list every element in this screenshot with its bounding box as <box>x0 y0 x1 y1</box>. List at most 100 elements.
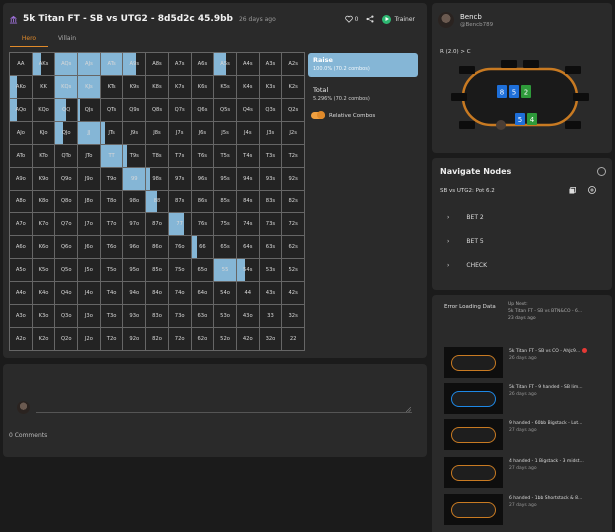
node-check[interactable]: › CHECK <box>447 262 487 269</box>
range-cell[interactable]: 97o <box>123 213 147 237</box>
range-cell[interactable]: T9o <box>100 167 124 191</box>
range-cell[interactable]: A6o <box>10 236 33 260</box>
author-info[interactable]: Bencb @Bencb789 <box>438 12 493 28</box>
range-cell[interactable]: T6o <box>100 236 124 260</box>
range-cell[interactable]: Q2s <box>282 98 305 122</box>
range-cell[interactable]: K6s <box>191 75 215 99</box>
range-cell[interactable]: 62s <box>282 236 305 260</box>
range-cell[interactable]: A3s <box>259 53 283 76</box>
range-cell[interactable]: A2s <box>282 53 305 76</box>
range-cell[interactable]: Q7s <box>168 98 192 122</box>
range-cell[interactable]: 33 <box>259 305 283 329</box>
range-cell[interactable]: 82s <box>282 190 305 214</box>
range-cell[interactable]: Q9o <box>55 167 79 191</box>
range-cell[interactable]: T7o <box>100 213 124 237</box>
range-cell[interactable]: A8o <box>10 190 33 214</box>
range-cell[interactable]: KQs <box>55 75 79 99</box>
range-cell[interactable]: 94s <box>236 167 260 191</box>
range-cell[interactable]: K7s <box>168 75 192 99</box>
range-cell[interactable]: T7s <box>168 144 192 168</box>
range-cell[interactable]: Q8s <box>146 98 169 122</box>
share-icon[interactable] <box>366 15 374 23</box>
relative-combos-toggle[interactable] <box>311 111 325 119</box>
list-item[interactable]: 5k Titan FT - 9 handed - SB lim... 26 day… <box>444 383 612 415</box>
range-cell[interactable]: 85s <box>214 190 237 214</box>
range-cell[interactable]: 85o <box>146 259 169 283</box>
range-cell[interactable]: K5s <box>214 75 237 99</box>
range-cell[interactable]: AKs <box>32 53 56 76</box>
range-cell[interactable]: Q6s <box>191 98 215 122</box>
range-cell[interactable]: KJs <box>78 75 101 99</box>
tab-villain[interactable]: Villain <box>48 35 86 47</box>
range-cell[interactable]: QTs <box>100 98 124 122</box>
copy-icon[interactable] <box>569 186 576 194</box>
range-cell[interactable]: T4s <box>236 144 260 168</box>
range-cell[interactable]: 64o <box>191 282 215 306</box>
range-cell[interactable]: 43s <box>259 282 283 306</box>
range-cell[interactable]: 72s <box>282 213 305 237</box>
like-button[interactable]: 0 <box>344 15 358 23</box>
range-cell[interactable]: T8s <box>146 144 169 168</box>
range-cell[interactable]: J9s <box>123 121 147 145</box>
list-item[interactable]: 6 handed - 1bb Shortstack & 8... 27 days … <box>444 494 612 526</box>
range-cell[interactable]: Q5o <box>55 259 79 283</box>
range-cell[interactable]: A5s <box>214 53 237 76</box>
range-cell[interactable]: 99 <box>123 167 147 191</box>
range-cell[interactable]: 43o <box>236 305 260 329</box>
range-cell[interactable]: 55 <box>214 259 237 283</box>
range-cell[interactable]: 84s <box>236 190 260 214</box>
range-cell[interactable]: J3o <box>78 305 101 329</box>
range-cell[interactable]: 93o <box>123 305 147 329</box>
range-cell[interactable]: J2s <box>282 121 305 145</box>
range-cell[interactable]: A4o <box>10 282 33 306</box>
range-cell[interactable]: 97s <box>168 167 192 191</box>
node-bet-5[interactable]: › BET 5 <box>447 238 484 245</box>
range-cell[interactable]: JJ <box>78 121 101 145</box>
range-cell[interactable]: K5o <box>32 259 56 283</box>
range-cell[interactable]: T4o <box>100 282 124 306</box>
range-cell[interactable]: T5o <box>100 259 124 283</box>
range-cell[interactable]: Q7o <box>55 213 79 237</box>
range-cell[interactable]: JTs <box>100 121 124 145</box>
range-cell[interactable]: K3s <box>259 75 283 99</box>
range-cell[interactable]: Q2o <box>55 328 79 351</box>
range-cell[interactable]: 96s <box>191 167 215 191</box>
resize-handle-icon[interactable] <box>406 407 411 412</box>
up-next[interactable]: Up Next: 5k Titan FT - SB vs BTN&CO - 6.… <box>508 302 608 323</box>
range-cell[interactable]: 74s <box>236 213 260 237</box>
range-cell[interactable]: J8o <box>78 190 101 214</box>
range-cell[interactable]: 54s <box>236 259 260 283</box>
range-cell[interactable]: ATs <box>100 53 124 76</box>
range-cell[interactable]: 42o <box>236 328 260 351</box>
range-cell[interactable]: 84o <box>146 282 169 306</box>
range-cell[interactable]: 44 <box>236 282 260 306</box>
range-cell[interactable]: QJo <box>55 121 79 145</box>
range-cell[interactable]: 52o <box>214 328 237 351</box>
range-cell[interactable]: K2o <box>32 328 56 351</box>
range-cell[interactable]: 86o <box>146 236 169 260</box>
range-cell[interactable]: KTs <box>100 75 124 99</box>
range-cell[interactable]: A2o <box>10 328 33 351</box>
range-cell[interactable]: 98o <box>123 190 147 214</box>
range-cell[interactable]: 75o <box>168 259 192 283</box>
range-cell[interactable]: 22 <box>282 328 305 351</box>
range-cell[interactable]: 65o <box>191 259 215 283</box>
range-cell[interactable]: 52s <box>282 259 305 283</box>
range-cell[interactable]: 32s <box>282 305 305 329</box>
range-cell[interactable]: K4s <box>236 75 260 99</box>
range-cell[interactable]: 54o <box>214 282 237 306</box>
range-cell[interactable]: 53o <box>214 305 237 329</box>
range-cell[interactable]: 82o <box>146 328 169 351</box>
range-cell[interactable]: 92s <box>282 167 305 191</box>
trainer-button[interactable]: Trainer <box>382 14 415 24</box>
range-cell[interactable]: J3s <box>259 121 283 145</box>
range-cell[interactable]: K8o <box>32 190 56 214</box>
range-cell[interactable]: A9s <box>123 53 147 76</box>
range-cell[interactable]: KJo <box>32 121 56 145</box>
range-cell[interactable]: T9s <box>123 144 147 168</box>
range-cell[interactable]: Q6o <box>55 236 79 260</box>
range-cell[interactable]: 66 <box>191 236 215 260</box>
range-cell[interactable]: J4s <box>236 121 260 145</box>
range-cell[interactable]: T3o <box>100 305 124 329</box>
range-cell[interactable]: A7s <box>168 53 192 76</box>
